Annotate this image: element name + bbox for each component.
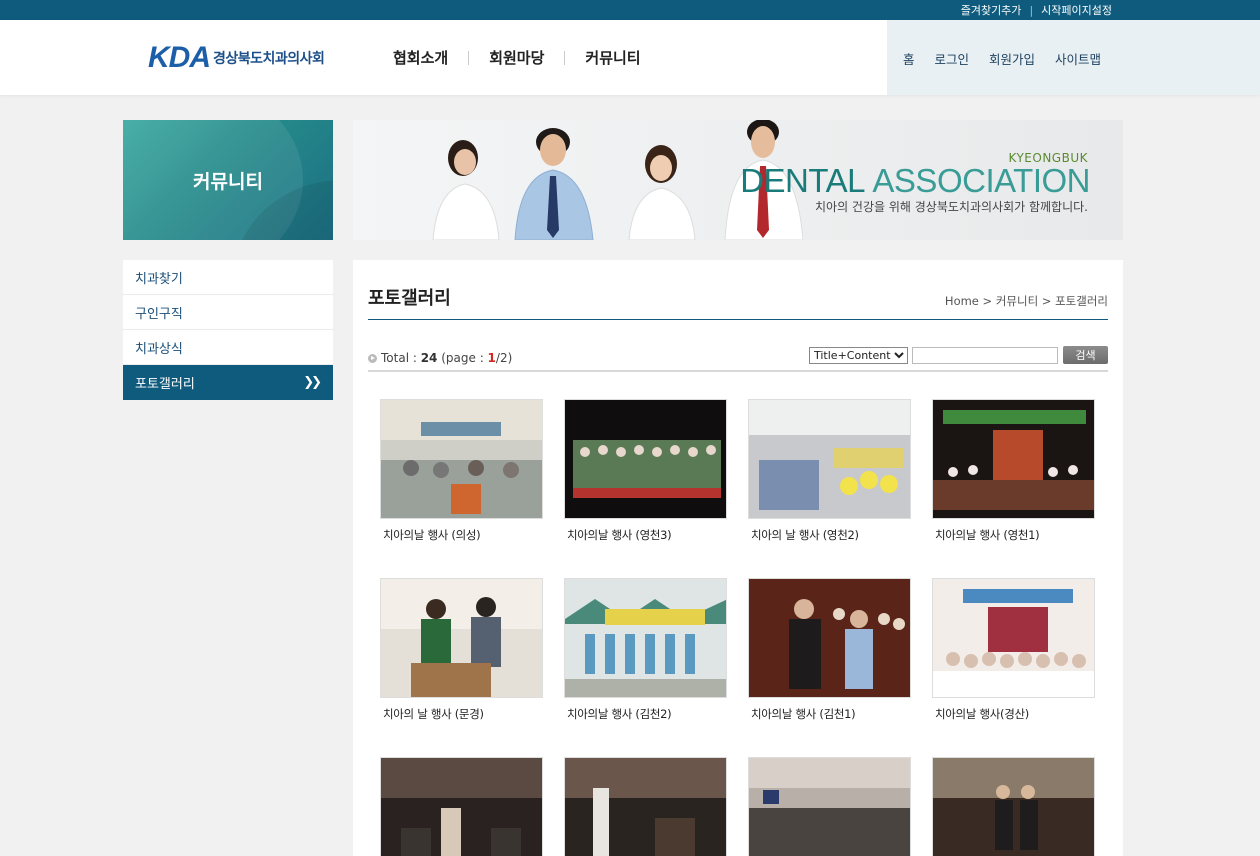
total-value: 24 — [420, 351, 438, 365]
logo-org-name: 경상북도치과의사회 — [213, 51, 325, 67]
breadcrumb: Home > 커뮤니티 > 포토갤러리 — [944, 294, 1108, 308]
gallery-item[interactable]: 치아의 날 행사 (영천2) — [748, 399, 913, 543]
gallery-thumbnail[interactable] — [380, 757, 543, 856]
nav-item-about[interactable]: 협회소개 — [393, 47, 448, 68]
side-menu-label: 치과찾기 — [135, 271, 183, 287]
side-menu-item-dental-tips[interactable]: 치과상식 — [123, 330, 333, 365]
gallery-thumbnail[interactable] — [932, 399, 1095, 519]
kda-logo-mark: KDA — [148, 41, 211, 74]
section-title: 커뮤니티 — [193, 171, 263, 193]
side-menu-item-jobs[interactable]: 구인구직 — [123, 295, 333, 330]
gallery-caption[interactable]: 치아의날 행사 (영천1) — [935, 527, 1097, 543]
search-input[interactable] — [912, 346, 1058, 364]
total-label: Total : — [381, 351, 421, 365]
gallery-item[interactable]: 치아의날 행사(경산) — [932, 578, 1097, 722]
page-label: (page : — [437, 351, 488, 365]
photo-placeholder — [933, 579, 1094, 697]
gallery-thumbnail[interactable] — [380, 578, 543, 698]
bullet-arrow-icon — [368, 353, 377, 363]
side-menu-item-find-clinic[interactable]: 치과찾기 — [123, 260, 333, 295]
gallery-item[interactable]: 치아의날 행사 (의성) — [380, 399, 545, 543]
main-content: 포토갤러리 Home > 커뮤니티 > 포토갤러리 Total : 24 (pa… — [353, 260, 1123, 856]
banner-association-word: ASSOCIATION — [872, 162, 1090, 199]
gallery-thumbnail[interactable] — [380, 399, 543, 519]
nav-divider — [564, 50, 566, 65]
gallery-caption[interactable]: 치아의날 행사 (의성) — [383, 527, 545, 543]
gallery-item[interactable]: 치아의날 행사 (김천2) — [564, 578, 729, 722]
gallery-item[interactable] — [748, 757, 913, 856]
photo-placeholder — [565, 579, 726, 697]
current-page: 1 — [487, 351, 496, 365]
photo-placeholder — [565, 758, 726, 856]
side-menu-label: 구인구직 — [135, 306, 183, 322]
gallery-item[interactable]: 치아의날 행사 (김천1) — [748, 578, 913, 722]
photo-placeholder — [565, 400, 726, 518]
list-rule — [368, 370, 1108, 372]
set-homepage-link[interactable]: 시작페이지설정 — [1041, 2, 1112, 18]
bookmark-link[interactable]: 즐겨찾기추가 — [961, 2, 1022, 18]
gallery-thumbnail[interactable] — [932, 757, 1095, 856]
search-bar: Title+Content 검색 — [809, 346, 1108, 364]
top-link-separator: | — [1029, 3, 1034, 17]
gallery-thumbnail[interactable] — [564, 399, 727, 519]
gallery-caption[interactable]: 치아의 날 행사 (영천2) — [751, 527, 913, 543]
side-menu-label: 치과상식 — [135, 341, 183, 357]
photo-placeholder — [933, 758, 1094, 856]
gallery-thumbnail[interactable] — [748, 757, 911, 856]
side-menu-item-photo-gallery[interactable]: 포토갤러리 ❯❯ — [123, 365, 333, 400]
banner-dental-word: DENTAL — [740, 162, 864, 199]
gallery-thumbnail[interactable] — [564, 757, 727, 856]
section-title-box: 커뮤니티 — [123, 120, 333, 240]
photo-placeholder — [381, 758, 542, 856]
photo-placeholder — [749, 758, 910, 856]
banner-dental-association: DENTAL ASSOCIATION — [740, 162, 1090, 200]
gallery-thumbnail[interactable] — [748, 578, 911, 698]
double-chevron-right-icon: ❯❯ — [303, 375, 322, 390]
gallery-caption[interactable]: 치아의 날 행사 (문경) — [383, 706, 545, 722]
page-title: 포토갤러리 — [368, 288, 451, 309]
photo-placeholder — [749, 400, 910, 518]
util-links: 홈 로그인 회원가입 사이트맵 — [903, 49, 1101, 68]
top-utility-bar: 즐겨찾기추가 | 시작페이지설정 — [0, 0, 1260, 20]
main-nav: 협회소개 회원마당 커뮤니티 — [393, 47, 641, 68]
nav-item-community[interactable]: 커뮤니티 — [585, 47, 640, 68]
top-banner: KYEONGBUK DENTAL ASSOCIATION 치아의 건강을 위해 … — [353, 120, 1123, 240]
site-logo[interactable]: KDA 경상북도치과의사회 — [148, 41, 325, 74]
page-total: /2) — [495, 351, 513, 365]
site-header: KDA 경상북도치과의사회 협회소개 회원마당 커뮤니티 홈 로그인 회원가입 … — [0, 20, 1260, 95]
top-links: 즐겨찾기추가 | 시작페이지설정 — [961, 2, 1112, 18]
util-home-link[interactable]: 홈 — [903, 49, 915, 68]
gallery-item[interactable] — [564, 757, 729, 856]
util-sitemap-link[interactable]: 사이트맵 — [1055, 49, 1101, 68]
search-button[interactable]: 검색 — [1063, 346, 1108, 364]
gallery-caption[interactable]: 치아의날 행사 (김천2) — [567, 706, 729, 722]
nav-item-members[interactable]: 회원마당 — [489, 47, 544, 68]
nav-divider — [468, 50, 470, 65]
photo-placeholder — [933, 400, 1094, 518]
gallery-caption[interactable]: 치아의날 행사 (영천3) — [567, 527, 729, 543]
gallery-item[interactable]: 치아의날 행사 (영천1) — [932, 399, 1097, 543]
gallery-item[interactable]: 치아의날 행사 (영천3) — [564, 399, 729, 543]
gallery-caption[interactable]: 치아의날 행사(경산) — [935, 706, 1097, 722]
util-join-link[interactable]: 회원가입 — [989, 49, 1035, 68]
gallery-thumbnail[interactable] — [932, 578, 1095, 698]
banner-slogan: 치아의 건강을 위해 경상북도치과의사회가 함께합니다. — [815, 200, 1088, 214]
title-rule — [368, 319, 1108, 320]
total-count: Total : 24 (page : 1 /2) — [368, 351, 512, 365]
photo-placeholder — [749, 579, 910, 697]
gallery-thumbnail[interactable] — [748, 399, 911, 519]
gallery-item[interactable]: 치아의 날 행사 (문경) — [380, 578, 545, 722]
gallery-caption[interactable]: 치아의날 행사 (김천1) — [751, 706, 913, 722]
photo-placeholder — [381, 400, 542, 518]
gallery-item[interactable] — [932, 757, 1097, 856]
search-field-select[interactable]: Title+Content — [809, 346, 908, 364]
util-login-link[interactable]: 로그인 — [935, 49, 970, 68]
gallery-item[interactable] — [380, 757, 545, 856]
side-menu-label: 포토갤러리 — [135, 377, 195, 392]
gallery-thumbnail[interactable] — [564, 578, 727, 698]
photo-placeholder — [381, 579, 542, 697]
side-menu: 치과찾기 구인구직 치과상식 포토갤러리 ❯❯ — [123, 260, 333, 400]
